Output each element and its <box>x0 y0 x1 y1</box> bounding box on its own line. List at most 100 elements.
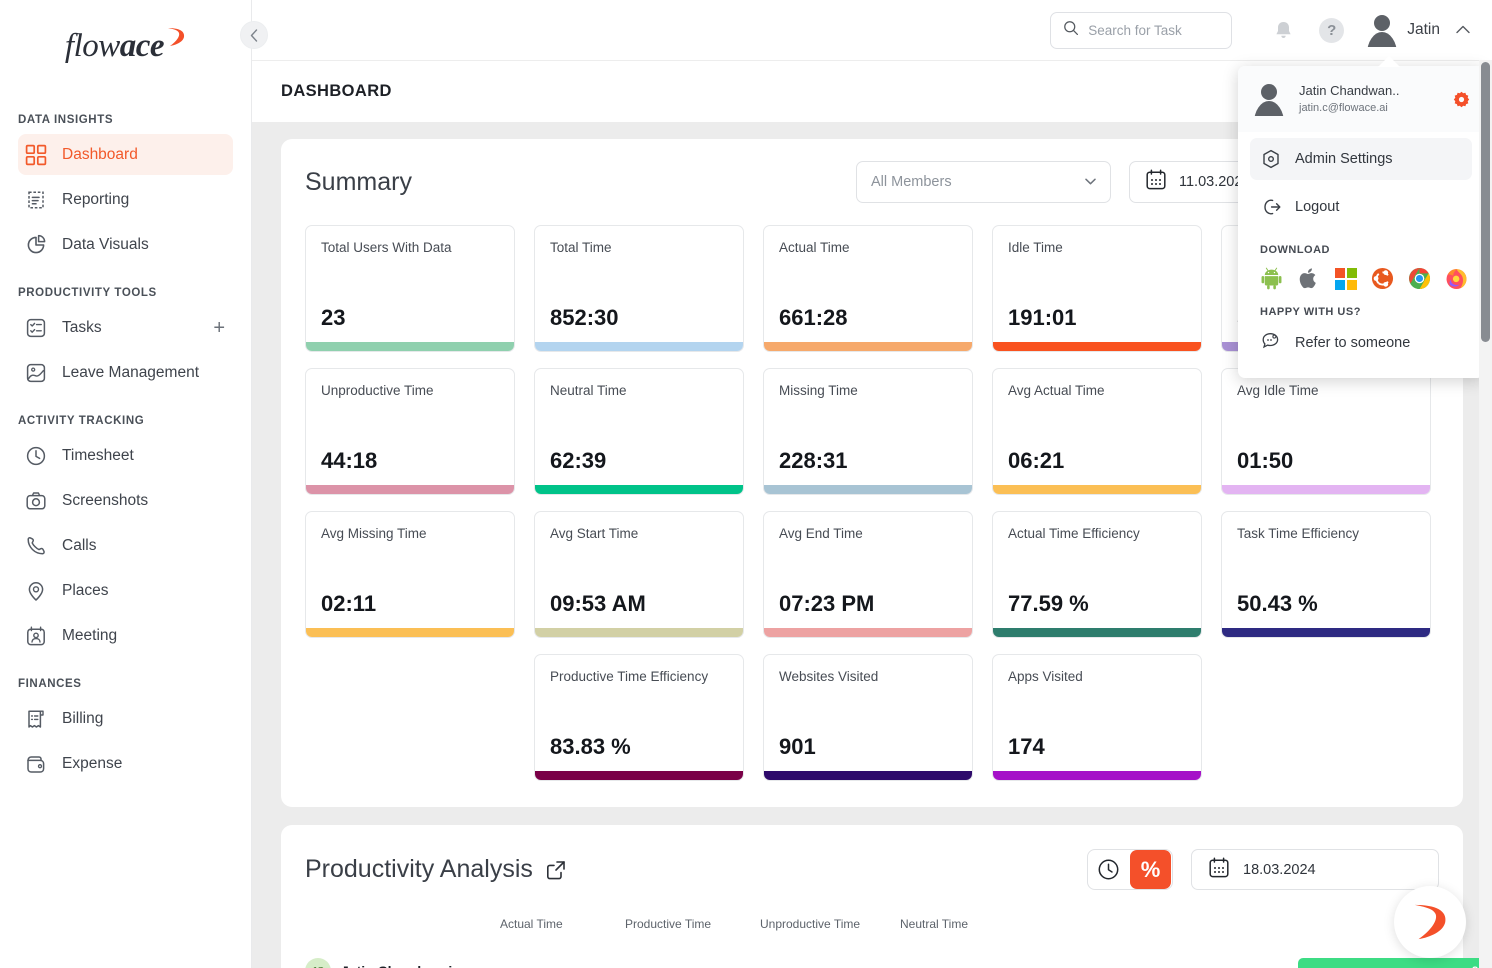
sidebar-item-billing[interactable]: Billing <box>18 698 233 739</box>
android-icon[interactable] <box>1260 267 1283 290</box>
mode-percent-button[interactable]: % <box>1130 850 1171 889</box>
pie-chart-icon <box>24 233 48 257</box>
kpi-accent-bar <box>306 628 514 637</box>
logo-text-flow: flow <box>64 27 120 64</box>
sidebar-section-title: ACTIVITY TRACKING <box>18 415 145 427</box>
productivity-date-picker[interactable]: 18.03.2024 <box>1191 849 1439 890</box>
members-filter-label: All Members <box>871 174 952 190</box>
refer-to-someone-item[interactable]: Refer to someone <box>1250 322 1472 364</box>
kpi-card[interactable]: Avg End Time 07:23 PM <box>763 511 973 638</box>
sidebar-item-dashboard[interactable]: Dashboard <box>18 134 233 175</box>
add-task-plus-icon[interactable]: + <box>213 318 225 338</box>
kpi-value: 62:39 <box>550 448 607 473</box>
chevron-down-icon <box>1085 176 1096 188</box>
sidebar-item-data-visuals[interactable]: Data Visuals <box>18 224 233 265</box>
kpi-accent-bar <box>764 771 972 780</box>
kpi-card[interactable]: Idle Time 191:01 <box>992 225 1202 352</box>
sidebar-item-label: Billing <box>62 709 104 727</box>
kpi-card[interactable]: Apps Visited 174 <box>992 654 1202 781</box>
receipt-icon <box>24 707 48 731</box>
kpi-value: 01:50 <box>1237 448 1294 473</box>
open-external-icon[interactable] <box>545 859 567 881</box>
kpi-label: Productive Time Efficiency <box>550 669 709 684</box>
kpi-accent-bar <box>764 342 972 351</box>
top-bar: ? Jatin <box>252 0 1492 60</box>
chevron-up-icon[interactable] <box>1456 23 1470 37</box>
column-header: Unproductive Time <box>760 917 861 931</box>
productivity-controls: % 18.03.2024 <box>1087 849 1439 890</box>
kpi-card[interactable]: Neutral Time 62:39 <box>534 368 744 495</box>
dropdown-item-label: Logout <box>1295 199 1340 215</box>
kpi-label: Avg End Time <box>779 526 863 541</box>
sidebar-item-tasks[interactable]: Tasks + <box>18 307 233 348</box>
kpi-card[interactable]: Task Time Efficiency 50.43 % <box>1221 511 1431 638</box>
kpi-label: Avg Missing Time <box>321 526 427 541</box>
logout-icon <box>1261 197 1281 217</box>
dashboard-page: flowace DATA INSIGHTS Dashboard Reporting D… <box>0 0 1492 968</box>
kpi-card[interactable]: Avg Missing Time 02:11 <box>305 511 515 638</box>
kpi-card[interactable]: Total Users With Data 23 <box>305 225 515 352</box>
windows-icon[interactable] <box>1334 267 1357 290</box>
sidebar-item-meeting[interactable]: Meeting <box>18 615 233 656</box>
sidebar-item-label: Leave Management <box>62 363 200 381</box>
notifications-bell-button[interactable] <box>1274 20 1293 41</box>
sidebar-collapse-button[interactable] <box>240 21 268 49</box>
firefox-icon[interactable] <box>1445 267 1468 290</box>
column-header: Neutral Time <box>900 917 969 931</box>
dropdown-item-admin-settings[interactable]: Admin Settings <box>1250 138 1472 180</box>
kpi-accent-bar <box>764 485 972 494</box>
kpi-card[interactable]: Avg Start Time 09:53 AM <box>534 511 744 638</box>
flowace-mark-icon <box>1414 904 1446 940</box>
productivity-bar-chart: 84%15% <box>1298 958 1492 968</box>
ubuntu-icon[interactable] <box>1371 267 1394 290</box>
kpi-card[interactable]: Productive Time Efficiency 83.83 % <box>534 654 744 781</box>
members-filter-select[interactable]: All Members <box>856 161 1111 203</box>
help-button[interactable]: ? <box>1319 17 1345 43</box>
apple-icon[interactable] <box>1297 267 1320 290</box>
sidebar-item-label: Reporting <box>62 190 130 208</box>
support-bubble-button[interactable] <box>1394 886 1466 958</box>
search-input[interactable] <box>1088 22 1219 38</box>
download-section-label: DOWNLOAD <box>1260 244 1330 256</box>
kpi-label: Total Time <box>550 240 612 255</box>
kpi-card[interactable]: Websites Visited 901 <box>763 654 973 781</box>
app-logo[interactable]: flowace <box>0 0 251 92</box>
kpi-value: 191:01 <box>1008 305 1077 330</box>
leave-icon <box>24 361 48 385</box>
kpi-card[interactable]: Missing Time 228:31 <box>763 368 973 495</box>
kpi-accent-bar <box>1222 485 1430 494</box>
kpi-card[interactable]: Unproductive Time 44:18 <box>305 368 515 495</box>
vertical-scrollbar-thumb[interactable] <box>1481 62 1490 342</box>
grid-icon <box>24 143 48 167</box>
table-row: JC Jatin Chandwani 84%15% <box>305 958 1492 968</box>
kpi-value: 50.43 % <box>1237 591 1318 616</box>
kpi-accent-bar <box>1222 628 1430 637</box>
dropdown-item-logout[interactable]: Logout <box>1250 186 1472 228</box>
avatar[interactable] <box>1365 13 1399 47</box>
kpi-card[interactable]: Total Time 852:30 <box>534 225 744 352</box>
sidebar-item-reporting[interactable]: Reporting <box>18 179 233 220</box>
location-pin-icon <box>24 579 48 603</box>
kpi-card[interactable]: Avg Actual Time 06:21 <box>992 368 1202 495</box>
kpi-card[interactable]: Actual Time Efficiency 77.59 % <box>992 511 1202 638</box>
mode-time-button[interactable] <box>1088 850 1129 889</box>
sidebar-item-leave-management[interactable]: Leave Management <box>18 352 233 393</box>
search-box[interactable] <box>1050 11 1233 49</box>
sidebar-item-places[interactable]: Places <box>18 570 233 611</box>
sidebar-item-label: Data Visuals <box>62 235 149 253</box>
kpi-card[interactable]: Avg Idle Time 01:50 <box>1221 368 1431 495</box>
user-menu-dropdown: Jatin Chandwan.. jatin.c@flowace.ai Admi… <box>1238 56 1484 378</box>
page-title: DASHBOARD <box>281 82 392 100</box>
sidebar-item-screenshots[interactable]: Screenshots <box>18 480 233 521</box>
gear-icon[interactable] <box>1453 91 1470 108</box>
kpi-value: 77.59 % <box>1008 591 1089 616</box>
kpi-label: Idle Time <box>1008 240 1063 255</box>
logo-text-ace: ace <box>119 27 165 64</box>
sidebar-item-timesheet[interactable]: Timesheet <box>18 435 233 476</box>
sidebar-item-expense[interactable]: Expense <box>18 743 233 784</box>
sidebar-item-calls[interactable]: Calls <box>18 525 233 566</box>
dropdown-profile-header: Jatin Chandwan.. jatin.c@flowace.ai <box>1238 66 1484 132</box>
chat-refer-icon <box>1261 331 1281 356</box>
chrome-icon[interactable] <box>1408 267 1431 290</box>
kpi-card[interactable]: Actual Time 661:28 <box>763 225 973 352</box>
